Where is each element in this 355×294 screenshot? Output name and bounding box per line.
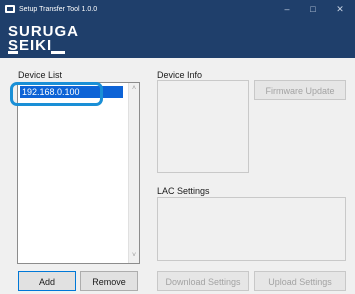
add-button[interactable]: Add <box>18 271 76 291</box>
firmware-update-button[interactable]: Firmware Update <box>254 80 346 100</box>
listbox-scrollbar[interactable]: ˄ ˅ <box>128 83 139 263</box>
maximize-icon[interactable]: □ <box>302 0 324 18</box>
device-listbox[interactable]: 192.168.0.100 ˄ ˅ <box>17 82 140 264</box>
device-info-panel <box>157 80 249 173</box>
selection-highlight-annotation <box>10 82 103 106</box>
lac-settings-panel <box>157 197 346 261</box>
device-list-label: Device List <box>18 70 63 80</box>
download-settings-button[interactable]: Download Settings <box>157 271 249 291</box>
app-window: Setup Transfer Tool 1.0.0 – □ ✕ SURUGA S… <box>0 0 355 294</box>
app-icon <box>5 5 15 13</box>
lac-settings-label: LAC Settings <box>157 186 210 196</box>
scroll-down-icon[interactable]: ˅ <box>129 251 139 261</box>
logo-accent-bar <box>51 51 65 54</box>
close-icon[interactable]: ✕ <box>329 0 351 18</box>
upload-settings-button[interactable]: Upload Settings <box>254 271 346 291</box>
device-info-label: Device Info <box>157 70 203 80</box>
window-title: Setup Transfer Tool 1.0.0 <box>19 5 98 13</box>
scroll-up-icon[interactable]: ˄ <box>129 84 139 94</box>
logo-accent-bar <box>8 51 18 54</box>
remove-button[interactable]: Remove <box>80 271 138 291</box>
minimize-icon[interactable]: – <box>276 0 298 18</box>
